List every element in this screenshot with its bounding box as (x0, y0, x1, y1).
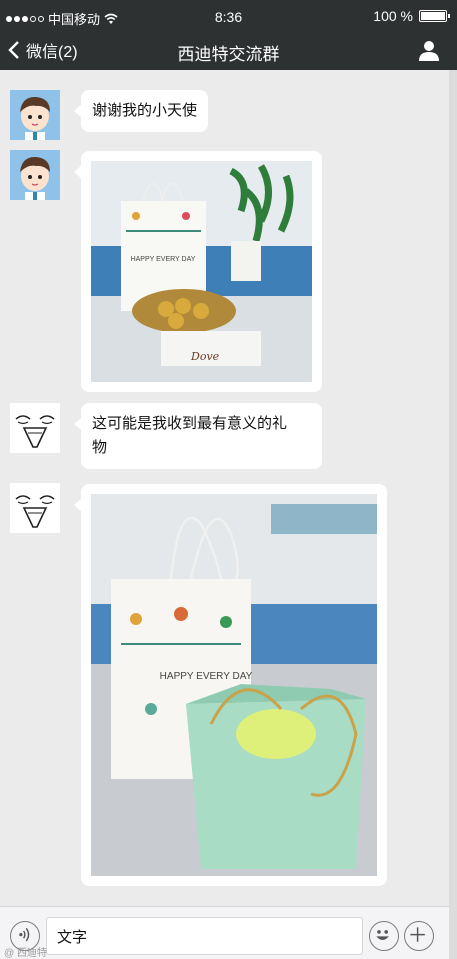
chocolate-brand-text: Dove (190, 350, 220, 363)
sender-avatar[interactable] (10, 403, 60, 453)
gift-photo-2[interactable]: HAPPY EVERY DAY (91, 494, 377, 876)
nav-bar: 微信(2) 西迪特交流群 (0, 32, 457, 70)
meme-face-avatar-icon (10, 403, 60, 453)
scrollbar[interactable] (449, 70, 457, 959)
battery-group: 100 % (373, 8, 450, 24)
bag-print-text: HAPPY EVERY DAY (160, 671, 253, 682)
chat-area[interactable]: 谢谢我的小天使 HAPPY EVERY DAY Dove 这可能是我收到最有意义… (0, 70, 449, 906)
message-bubble[interactable]: 谢谢我的小天使 (73, 90, 209, 132)
status-bar: 中国移动 8:36 100 % (0, 0, 457, 32)
battery-percent: 100 % (373, 8, 413, 24)
watermark: @ 西迪特 (4, 948, 47, 959)
emoji-button[interactable] (369, 921, 399, 951)
group-profile-icon[interactable] (417, 38, 441, 62)
input-bar (0, 906, 449, 959)
plus-icon (410, 927, 425, 942)
chat-title: 西迪特交流群 (177, 45, 280, 64)
image-message[interactable]: HAPPY EVERY DAY (74, 484, 387, 886)
bag-print-text: HAPPY EVERY DAY (131, 256, 196, 263)
boy-avatar-icon (10, 90, 60, 140)
meme-face-avatar-icon (10, 483, 60, 533)
sender-avatar[interactable] (10, 483, 60, 533)
message-text-line: 这可能是我收到最有意义的礼 (92, 415, 288, 432)
message-text-line: 物 (92, 439, 108, 456)
top-bar: 中国移动 8:36 100 % 微信(2) 西迪特交流群 (0, 0, 457, 70)
more-options-button[interactable] (404, 921, 434, 951)
emoji-icon (376, 930, 389, 940)
boy-avatar-icon (10, 150, 60, 200)
message-text: 谢谢我的小天使 (92, 102, 198, 119)
message-input[interactable] (46, 917, 363, 955)
image-message[interactable]: HAPPY EVERY DAY Dove (74, 151, 322, 392)
sender-avatar[interactable] (10, 150, 60, 200)
battery-icon (419, 10, 450, 22)
sender-avatar[interactable] (10, 90, 60, 140)
gift-photo-1[interactable]: HAPPY EVERY DAY Dove (91, 161, 312, 382)
message-bubble[interactable]: 这可能是我收到最有意义的礼 物 (74, 403, 322, 469)
